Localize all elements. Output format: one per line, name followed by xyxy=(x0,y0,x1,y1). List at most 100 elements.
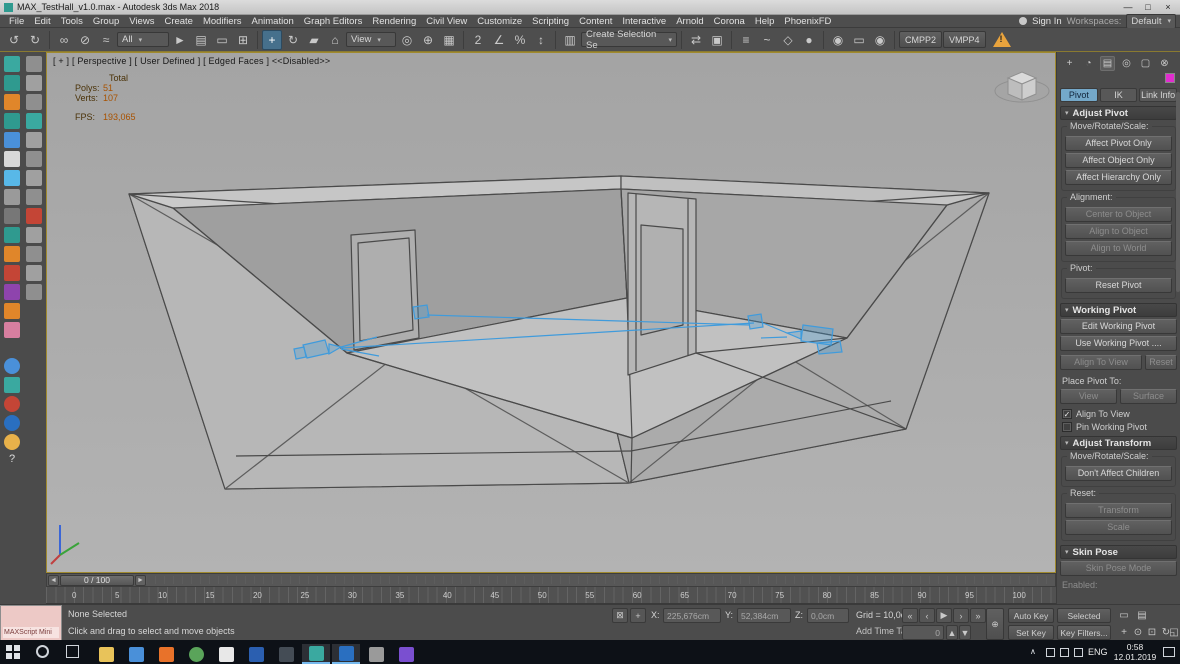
modify-tab-icon[interactable]: ◔ xyxy=(1081,56,1096,71)
render-setup-icon[interactable]: ◉ xyxy=(828,30,848,50)
time-slider-thumb[interactable]: 0 / 100 xyxy=(60,575,134,586)
left-toolbar-icon[interactable] xyxy=(4,227,20,243)
angle-snap-icon[interactable]: ∠ xyxy=(489,30,509,50)
keyboard-shortcut-override-icon[interactable]: ▦ xyxy=(439,30,459,50)
help-icon[interactable]: ? xyxy=(4,453,20,469)
spinner-snap-icon[interactable]: ↕ xyxy=(531,30,551,50)
left-toolbar-icon[interactable] xyxy=(26,151,42,167)
tray-icon[interactable] xyxy=(1060,648,1069,657)
taskbar-app-3dsmax[interactable] xyxy=(332,644,360,664)
tray-expand-icon[interactable]: ∧ xyxy=(1030,647,1036,656)
display-tab-icon[interactable]: ▢ xyxy=(1138,56,1153,71)
curve-editor-icon[interactable]: ~ xyxy=(757,30,777,50)
left-toolbar-icon[interactable] xyxy=(4,396,20,412)
left-toolbar-icon[interactable] xyxy=(26,113,42,129)
left-toolbar-icon[interactable] xyxy=(26,132,42,148)
field-of-view-icon[interactable]: ▤ xyxy=(1134,608,1150,623)
menu-content[interactable]: Content xyxy=(574,16,617,27)
menu-scripting[interactable]: Scripting xyxy=(527,16,574,27)
minimize-button[interactable]: — xyxy=(1118,1,1138,14)
edit-named-selection-sets-icon[interactable]: ▥ xyxy=(560,30,580,50)
menu-interactive[interactable]: Interactive xyxy=(617,16,671,27)
warning-icon[interactable]: ! xyxy=(993,32,1011,47)
menu-edit[interactable]: Edit xyxy=(29,16,55,27)
left-toolbar-icon[interactable] xyxy=(26,265,42,281)
layer-manager-icon[interactable]: ≡ xyxy=(736,30,756,50)
maxscript-mini-listener[interactable]: MAXScript Mini xyxy=(0,605,62,641)
utilities-tab-icon[interactable]: ⊗ xyxy=(1157,56,1172,71)
close-button[interactable]: × xyxy=(1158,1,1178,14)
left-toolbar-icon[interactable] xyxy=(4,265,20,281)
use-pivot-center-icon[interactable]: ◎ xyxy=(397,30,417,50)
menu-civil-view[interactable]: Civil View xyxy=(421,16,472,27)
left-toolbar-icon[interactable] xyxy=(4,56,20,72)
taskbar-app-running[interactable] xyxy=(302,644,330,664)
left-toolbar-icon[interactable] xyxy=(4,189,20,205)
x-coordinate-field[interactable]: 225,676cm xyxy=(663,608,721,623)
select-and-place-icon[interactable]: ⌂ xyxy=(325,30,345,50)
menu-corona[interactable]: Corona xyxy=(709,16,750,27)
reset-transform-button[interactable]: Transform xyxy=(1065,503,1172,518)
material-editor-icon[interactable]: ● xyxy=(799,30,819,50)
left-toolbar-icon[interactable] xyxy=(26,170,42,186)
left-toolbar-icon[interactable] xyxy=(4,151,20,167)
cmpp2-button[interactable]: CMPP2 xyxy=(899,31,942,48)
left-toolbar-icon[interactable] xyxy=(26,56,42,72)
left-toolbar-icon[interactable] xyxy=(4,415,20,431)
viewport-label[interactable]: [ + ] [ Perspective ] [ User Defined ] [… xyxy=(53,56,330,66)
affect-hierarchy-only-button[interactable]: Affect Hierarchy Only xyxy=(1065,170,1172,185)
language-indicator[interactable]: ENG xyxy=(1088,647,1108,657)
unlink-selection-icon[interactable]: ⊘ xyxy=(75,30,95,50)
perspective-viewport[interactable]: [ + ] [ Perspective ] [ User Defined ] [… xyxy=(46,52,1056,573)
left-toolbar-icon[interactable] xyxy=(4,284,20,300)
selected-dropdown[interactable]: Selected xyxy=(1057,608,1111,623)
select-and-manipulate-icon[interactable]: ⊕ xyxy=(418,30,438,50)
menu-views[interactable]: Views xyxy=(124,16,159,27)
left-toolbar-icon[interactable] xyxy=(4,170,20,186)
create-tab-icon[interactable]: + xyxy=(1062,56,1077,71)
workspace-dropdown[interactable]: Default▾ xyxy=(1126,14,1176,29)
left-toolbar-icon[interactable] xyxy=(26,94,42,110)
menu-phoenixfd[interactable]: PhoenixFD xyxy=(779,16,836,27)
menu-file[interactable]: File xyxy=(4,16,29,27)
render-production-icon[interactable]: ◉ xyxy=(870,30,890,50)
left-toolbar-icon[interactable] xyxy=(4,75,20,91)
current-frame-field[interactable]: 0 xyxy=(902,625,944,640)
select-by-name-icon[interactable]: ▤ xyxy=(191,30,211,50)
clock[interactable]: 0:58 12.01.2019 xyxy=(1112,642,1158,662)
left-toolbar-icon[interactable] xyxy=(4,303,20,319)
next-frame-arrow-icon[interactable]: ► xyxy=(135,575,146,586)
rollout-working-pivot[interactable]: ▾Working Pivot xyxy=(1060,303,1177,317)
align-to-object-button[interactable]: Align to Object xyxy=(1065,224,1172,239)
align-to-view-checkbox[interactable]: ✓Align To View xyxy=(1062,409,1175,419)
select-object-icon[interactable]: ► xyxy=(170,30,190,50)
menu-group[interactable]: Group xyxy=(88,16,124,27)
select-and-rotate-icon[interactable]: ↻ xyxy=(283,30,303,50)
next-frame-icon[interactable]: › xyxy=(953,608,969,623)
align-icon[interactable]: ▣ xyxy=(707,30,727,50)
menu-graph-editors[interactable]: Graph Editors xyxy=(299,16,368,27)
task-view-icon[interactable] xyxy=(66,645,79,658)
menu-tools[interactable]: Tools xyxy=(56,16,88,27)
left-toolbar-icon[interactable] xyxy=(4,246,20,262)
tray-icon[interactable] xyxy=(1046,648,1055,657)
play-animation-icon[interactable]: ▶ xyxy=(936,608,952,623)
rectangular-selection-region-icon[interactable]: ▭ xyxy=(212,30,232,50)
taskbar-app[interactable] xyxy=(392,644,420,664)
pin-working-pivot-checkbox[interactable]: Pin Working Pivot xyxy=(1062,422,1175,432)
reset-button[interactable]: Reset xyxy=(1145,355,1177,370)
left-toolbar-icon[interactable] xyxy=(4,434,20,450)
previous-frame-icon[interactable]: ‹ xyxy=(919,608,935,623)
align-to-view-button[interactable]: Align To View xyxy=(1060,355,1142,370)
named-selection-sets-dropdown[interactable]: Create Selection Se▾ xyxy=(581,32,677,47)
previous-frame-arrow-icon[interactable]: ◄ xyxy=(48,575,59,586)
rollout-skin-pose[interactable]: ▾Skin Pose xyxy=(1060,545,1177,559)
viewport-canvas[interactable] xyxy=(47,53,1055,572)
go-to-end-icon[interactable]: » xyxy=(970,608,986,623)
set-keys-button[interactable]: ⊕ xyxy=(986,608,1004,640)
selection-lock-icon[interactable]: ⊠ xyxy=(612,608,628,623)
menu-create[interactable]: Create xyxy=(159,16,198,27)
left-toolbar-icon[interactable] xyxy=(4,377,20,393)
taskbar-app-explorer[interactable] xyxy=(92,644,120,664)
y-coordinate-field[interactable]: 52,384cm xyxy=(737,608,791,623)
